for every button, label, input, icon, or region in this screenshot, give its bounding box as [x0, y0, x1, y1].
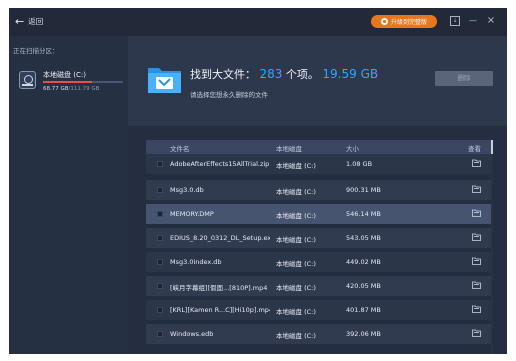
sidebar: 正在扫描分区： 本地磁盘 (C:) 68.77 GB/111.79 GB	[9, 36, 128, 354]
row-checkbox[interactable]	[157, 331, 163, 337]
file-disk: 本地磁盘 (C:)	[276, 260, 316, 268]
file-size: 392.06 MB	[346, 330, 381, 338]
file-disk: 本地磁盘 (C:)	[276, 162, 316, 170]
file-size: 546.14 MB	[346, 210, 381, 218]
file-name: Msg3.0.db	[170, 186, 204, 194]
file-size: 543.05 MB	[346, 234, 381, 242]
found-unit: 个项。	[285, 68, 319, 81]
scan-title: 正在扫描分区：	[13, 47, 59, 55]
back-button[interactable]: ← 返回	[15, 16, 43, 27]
delete-button[interactable]: 删除	[435, 71, 493, 86]
title-bar: ← 返回 升级到完整版 ⇣ — ×	[9, 8, 507, 36]
table-row[interactable]: [峡月字幕组][假面...[810P].mp4 本地磁盘 (C:) 420.05…	[146, 276, 491, 296]
back-label: 返回	[28, 17, 44, 26]
table-row[interactable]: MEMORY.DMP 本地磁盘 (C:) 546.14 MB	[146, 204, 491, 224]
file-size: 401.87 MB	[346, 306, 381, 314]
table-row[interactable]: Msg3.0index.db 本地磁盘 (C:) 449.02 MB	[146, 252, 491, 272]
open-folder-icon[interactable]	[472, 233, 481, 241]
hard-drive-icon	[19, 71, 36, 89]
file-size: 1.08 GB	[346, 160, 373, 168]
upgrade-button[interactable]: 升级到完整版	[371, 15, 437, 28]
lock-icon	[380, 18, 388, 25]
close-icon[interactable]: ×	[486, 16, 496, 26]
file-size: 420.05 MB	[346, 282, 381, 290]
row-checkbox[interactable]	[157, 259, 163, 265]
drive-total: /111.79 GB	[68, 86, 100, 92]
file-disk: 本地磁盘 (C:)	[276, 212, 316, 220]
row-checkbox[interactable]	[157, 307, 163, 313]
found-total-size: 19.59 GB	[322, 67, 379, 81]
file-size: 449.02 MB	[346, 258, 381, 266]
row-checkbox[interactable]	[157, 187, 163, 193]
results-header: 找到大文件： 283 个项。 19.59 GB 请选择您想永久删除的文件 删除	[128, 36, 507, 126]
drive-usage-bar	[43, 81, 123, 83]
table-row[interactable]: Msg3.0.db 本地磁盘 (C:) 900.31 MB	[146, 180, 491, 200]
column-header-name[interactable]: 文件名	[170, 143, 190, 153]
scrollbar-thumb[interactable]	[491, 140, 493, 154]
found-count: 283	[259, 67, 283, 81]
file-name: [峡月字幕组][假面...[810P].mp4	[170, 284, 268, 292]
file-name: AdobeAfterEffects15AllTrial.zip	[170, 160, 270, 168]
column-header-view: 查看	[468, 145, 481, 153]
upgrade-label: 升级到完整版	[390, 19, 427, 26]
open-folder-icon[interactable]	[472, 209, 481, 217]
file-list-panel: 文件名 本地磁盘 大小 查看 AdobeAfterEffects15AllTri…	[128, 126, 507, 354]
scrollbar-track[interactable]	[491, 140, 493, 354]
open-folder-icon[interactable]	[472, 281, 481, 289]
found-prefix: 找到大文件：	[190, 68, 256, 81]
file-name: Windows.edb	[170, 330, 214, 338]
drive-used: 68.77 GB	[43, 86, 69, 92]
open-folder-icon[interactable]	[472, 305, 481, 313]
column-header-disk[interactable]: 本地磁盘	[276, 143, 302, 153]
minimize-icon[interactable]: —	[468, 16, 478, 26]
app-window: ← 返回 升级到完整版 ⇣ — × 正在扫描分区： 本地磁盘 (C:) 68.7…	[9, 8, 507, 354]
file-size: 900.31 MB	[346, 186, 381, 194]
file-name: MEMORY.DMP	[170, 210, 214, 218]
table-row[interactable]: EDIUS_8.20_0312_DL_Setup.exe 本地磁盘 (C:) 5…	[146, 228, 491, 248]
table-header: 文件名 本地磁盘 大小 查看	[146, 140, 491, 154]
open-folder-icon[interactable]	[472, 185, 481, 193]
file-disk: 本地磁盘 (C:)	[276, 236, 316, 244]
drive-item[interactable]: 本地磁盘 (C:) 68.77 GB/111.79 GB	[17, 69, 125, 97]
drive-name: 本地磁盘 (C:)	[43, 71, 86, 79]
file-name: Msg3.0index.db	[170, 258, 222, 266]
header-subtitle: 请选择您想永久删除的文件	[190, 91, 268, 99]
file-table: 文件名 本地磁盘 大小 查看 AdobeAfterEffects15AllTri…	[146, 140, 493, 354]
column-header-size[interactable]: 大小	[346, 143, 359, 153]
drive-size: 68.77 GB/111.79 GB	[43, 86, 99, 92]
table-row[interactable]: [KRL][Kamen R...C][Hi10p].mp4 本地磁盘 (C:) …	[146, 300, 491, 320]
file-disk: 本地磁盘 (C:)	[276, 308, 316, 316]
drive-usage-fill	[43, 81, 93, 83]
folder-icon	[148, 68, 181, 93]
file-disk: 本地磁盘 (C:)	[276, 332, 316, 340]
open-folder-icon[interactable]	[472, 329, 481, 337]
table-row[interactable]: Windows.edb 本地磁盘 (C:) 392.06 MB	[146, 324, 491, 344]
file-name: [KRL][Kamen R...C][Hi10p].mp4	[170, 306, 270, 314]
row-checkbox[interactable]	[157, 283, 163, 289]
row-checkbox[interactable]	[157, 161, 163, 167]
table-row[interactable]: AdobeAfterEffects15AllTrial.zip 本地磁盘 (C:…	[146, 154, 491, 174]
file-disk: 本地磁盘 (C:)	[276, 284, 316, 292]
open-folder-icon[interactable]	[472, 159, 481, 167]
found-summary: 找到大文件： 283 个项。 19.59 GB	[190, 66, 378, 82]
back-arrow-icon: ←	[15, 14, 25, 28]
open-folder-icon[interactable]	[472, 257, 481, 265]
row-checkbox[interactable]	[157, 235, 163, 241]
file-disk: 本地磁盘 (C:)	[276, 188, 316, 196]
row-checkbox[interactable]	[157, 211, 163, 217]
file-name: EDIUS_8.20_0312_DL_Setup.exe	[170, 234, 270, 242]
menu-icon[interactable]: ⇣	[450, 16, 460, 26]
